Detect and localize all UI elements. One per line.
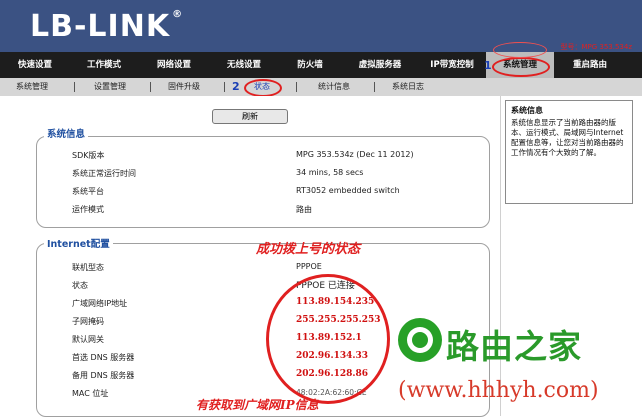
mac-address-label: MAC 位址 <box>72 389 109 398</box>
operation-mode-value: 路由 <box>296 205 312 214</box>
nav-ip-bandwidth[interactable]: IP带宽控制 <box>420 52 484 78</box>
annotation-number-1: 1 <box>484 59 492 72</box>
platform-label: 系统平台 <box>72 187 104 196</box>
subnav-divider <box>74 82 75 92</box>
brand-logo: LB-LINK ® <box>30 9 184 44</box>
subnav-firmware-upgrade[interactable]: 固件升级 <box>168 78 200 96</box>
refresh-button[interactable]: 刷新 <box>212 109 288 124</box>
subnav-divider <box>224 82 225 92</box>
uptime-label: 系统正常运行时间 <box>72 169 136 178</box>
nav-network-settings[interactable]: 网络设置 <box>142 52 206 78</box>
help-box: 系统信息 系统信息显示了当前路由器的版本、运行模式、局域网与Internet配置… <box>505 100 633 204</box>
highlight-ellipse-wan-info <box>266 274 390 404</box>
annotation-number-2: 2 <box>232 80 240 93</box>
default-gateway-label: 默认网关 <box>72 335 104 344</box>
nav-virtual-server[interactable]: 虚拟服务器 <box>344 52 416 78</box>
connection-status-label: 状态 <box>72 281 88 290</box>
secondary-dns-label: 备用 DNS 服务器 <box>72 371 135 380</box>
help-text: 系统信息显示了当前路由器的版本、运行模式、局域网与Internet配置信息等，让… <box>511 118 624 157</box>
header-banner: LB-LINK ® 型号：MPG 353.534z <box>0 0 642 52</box>
annotation-wan-note: 有获取到广域网IP信息 <box>196 398 319 412</box>
main-content: 刷新 系统信息 SDK版本 MPG 353.534z (Dec 11 2012)… <box>0 96 500 417</box>
sub-nav: 系统管理 设置管理 固件升级 状态 统计信息 系统日志 <box>0 78 642 97</box>
subnav-divider <box>150 82 151 92</box>
help-title: 系统信息 <box>511 106 543 115</box>
platform-value: RT3052 embedded switch <box>296 186 400 195</box>
subnav-system-management[interactable]: 系统管理 <box>16 78 48 96</box>
subnet-mask-label: 子网掩码 <box>72 317 104 326</box>
subnav-statistics[interactable]: 统计信息 <box>318 78 350 96</box>
sdk-version-label: SDK版本 <box>72 151 105 160</box>
subnav-system-log[interactable]: 系统日志 <box>392 78 424 96</box>
system-info-title: 系统信息 <box>44 126 89 140</box>
operation-mode-label: 运作模式 <box>72 205 104 214</box>
sdk-version-value: MPG 353.534z (Dec 11 2012) <box>296 150 414 159</box>
subnav-divider <box>374 82 375 92</box>
highlight-ellipse-status <box>244 79 282 97</box>
uptime-value: 34 mins, 58 secs <box>296 168 364 177</box>
wan-ip-label: 广域网络IP地址 <box>72 299 128 308</box>
highlight-ellipse-model <box>493 42 547 58</box>
connection-type-value: PPPOE <box>296 262 322 271</box>
subnav-settings-management[interactable]: 设置管理 <box>94 78 126 96</box>
highlight-ellipse-nav <box>492 57 550 77</box>
nav-work-mode[interactable]: 工作模式 <box>72 52 136 78</box>
subnav-divider <box>296 82 297 92</box>
nav-wireless-settings[interactable]: 无线设置 <box>212 52 276 78</box>
nav-reboot-router[interactable]: 重启路由 <box>558 52 622 78</box>
watermark-logo-icon <box>398 318 442 362</box>
model-number: 型号：MPG 353.534z <box>560 43 632 51</box>
nav-firewall[interactable]: 防火墙 <box>280 52 340 78</box>
connection-type-label: 联机型态 <box>72 263 104 272</box>
annotation-success-note: 成功拨上号的状态 <box>256 242 361 257</box>
nav-quick-setup[interactable]: 快速设置 <box>4 52 66 78</box>
internet-config-title: Internet配置 <box>44 236 113 250</box>
watermark-url: (www.hhhyh.com) <box>398 378 599 403</box>
watermark-title: 路由之家 <box>446 327 582 366</box>
help-sidebar: 系统信息 系统信息显示了当前路由器的版本、运行模式、局域网与Internet配置… <box>500 96 642 416</box>
primary-dns-label: 首选 DNS 服务器 <box>72 353 135 362</box>
